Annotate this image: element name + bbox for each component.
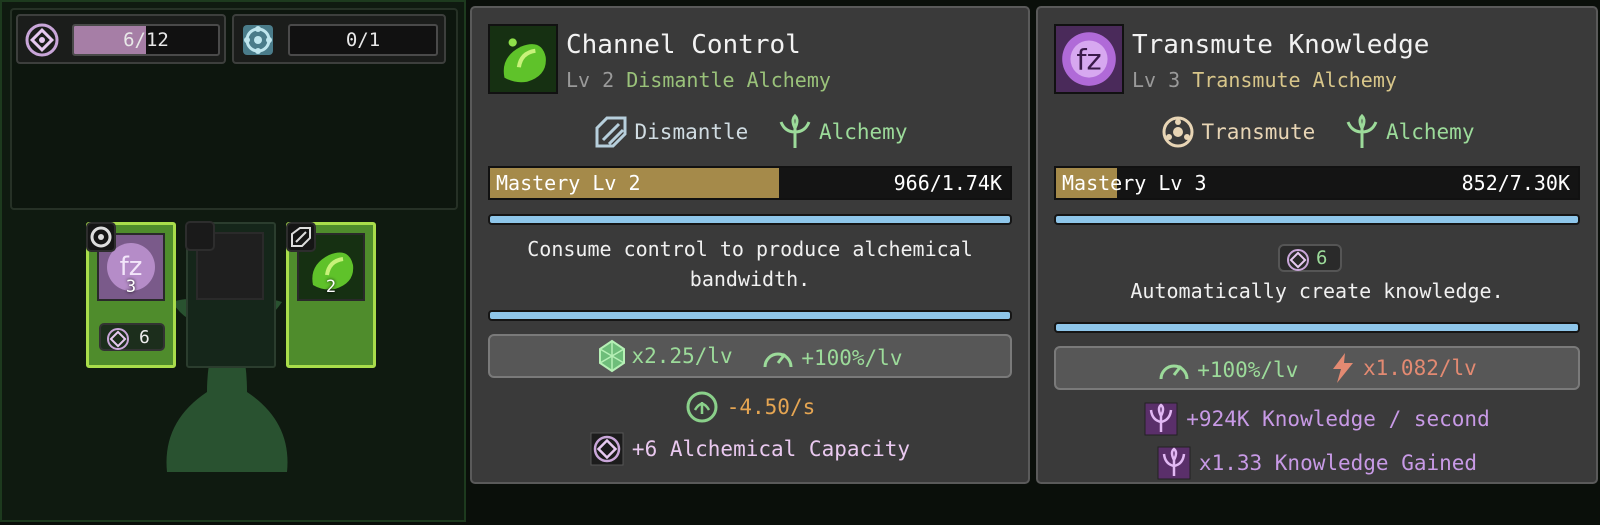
empty-badge [185,221,215,251]
slot-cost: 6 [99,323,165,351]
knowledge-rate-line: +924K Knowledge / second [1038,402,1596,441]
stat-speed: +100%/lv [1157,350,1298,390]
channel-control-panel: Channel Control Lv 2 Dismantle Alchemy D… [470,6,1030,484]
drain-line: -4.50/s [472,390,1028,429]
stat-box: x2.25/lv +100%/lv [488,334,1012,378]
cost-badge: 6 [1278,244,1342,272]
mastery-bar: Mastery Lv 3 852/7.30K [1054,166,1580,200]
tag-dismantle: Dismantle [593,114,748,150]
channel-control-icon [490,26,556,92]
card-tags: Dismantle Alchemy [472,114,1028,155]
tag-transmute: Transmute [1160,114,1315,150]
speed-gauge-icon [1159,364,1189,380]
mastery-value: 852/7.30K [1461,171,1570,195]
mastery-label: Mastery Lv 3 [1062,171,1207,195]
stat-bandwidth: x2.25/lv [598,336,733,376]
alchemy-rune-icon [107,328,129,350]
stat-box: +100%/lv x1.082/lv [1054,346,1580,390]
gem-icon [598,339,625,373]
mastery-bar: Mastery Lv 2 966/1.74K [488,166,1012,200]
dismantle-icon [595,116,627,148]
card-description: Consume control to produce alchemical ba… [527,237,973,291]
alchemy-plant-icon [779,114,811,148]
ability-slot-2[interactable] [185,221,276,368]
lightning-icon [1333,353,1353,383]
cost-value: 6 [1316,247,1328,269]
alchemy-plant-icon [1346,114,1378,148]
slot-level: 2 [325,277,337,297]
transmute-knowledge-thumbnail: fz [1054,24,1124,94]
alchemy-rune-icon [1287,249,1309,271]
tag-alchemy: Alchemy [777,114,907,150]
alchemy-bar: 6/12 [72,24,220,56]
transmute-resource: 0/1 [232,14,446,64]
speed-gauge-icon [763,352,793,368]
alchemy-rune-icon [590,432,624,466]
card-subtitle: Lv 2 Dismantle Alchemy [566,68,831,92]
mastery-value: 966/1.74K [893,171,1002,195]
alchemy-resource: 6/12 [16,14,226,64]
card-description: Automatically create knowledge. [1130,279,1504,303]
divider [1054,214,1580,225]
alchemy-rune-icon [25,23,59,57]
control-drain-icon [686,391,718,423]
slot-cost-value: 6 [139,327,150,348]
transmute-knowledge-icon: fz [1056,26,1122,92]
stat-power: x1.082/lv [1327,348,1477,388]
divider [1054,322,1580,333]
transmute-icon [86,222,116,252]
card-subtitle: Lv 3 Transmute Alchemy [1132,68,1397,92]
transmute-icon [1162,116,1194,148]
divider [488,214,1012,225]
card-title: Transmute Knowledge [1132,30,1430,60]
knowledge-tree-icon [1144,402,1178,436]
ability-slot-3[interactable]: 2 [286,222,376,368]
loadout-panel: 6/12 0/1 fz 3 6 2 [0,0,466,522]
ability-slot-1[interactable]: fz 3 6 [86,222,176,368]
transmute-bar: 0/1 [288,24,438,56]
card-title: Channel Control [566,30,801,60]
transmute-knowledge-panel: fz Transmute Knowledge Lv 3 Transmute Al… [1036,6,1598,484]
knowledge-tree-icon [1157,446,1191,480]
transmute-rune-icon [243,25,273,55]
tag-alchemy: Alchemy [1344,114,1474,150]
capacity-line: +6 Alchemical Capacity [472,432,1028,471]
dismantle-icon [286,222,316,252]
knowledge-gain-line: x1.33 Knowledge Gained [1038,446,1596,485]
transmute-count: 0/1 [345,29,381,51]
card-tags: Transmute Alchemy [1038,114,1596,155]
alchemy-count: 6/12 [123,29,169,51]
divider [488,310,1012,321]
slot-level: 3 [125,277,137,297]
mastery-label: Mastery Lv 2 [496,171,641,195]
stat-speed: +100%/lv [761,338,902,378]
svg-text:fz: fz [1076,42,1101,76]
resource-area: 6/12 0/1 [10,8,458,210]
channel-control-thumbnail [488,24,558,94]
